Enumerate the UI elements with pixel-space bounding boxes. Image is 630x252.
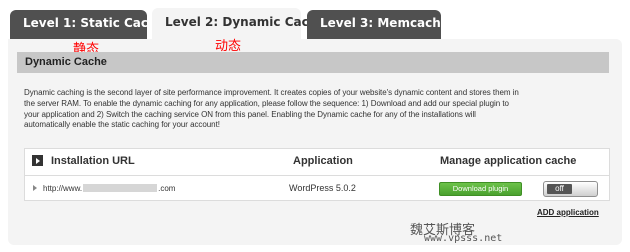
- download-plugin-button[interactable]: Download plugin: [439, 182, 522, 196]
- description-line: your application and 2) Switch the cachi…: [24, 109, 476, 119]
- tab-bar: Level 1: Static Cache Level 2: Dynamic C…: [0, 0, 630, 40]
- description-line: Dynamic caching is the second layer of s…: [24, 88, 519, 97]
- installations-table: Installation URL Application Manage appl…: [24, 148, 610, 201]
- cache-toggle[interactable]: off: [543, 181, 598, 197]
- description-line: automatically enable the static caching …: [24, 120, 220, 130]
- installation-url[interactable]: http://www. .com: [43, 184, 175, 193]
- watermark-url: www.vpsss.net: [424, 233, 503, 244]
- tab-memcached[interactable]: Level 3: Memcached: [307, 10, 458, 40]
- table-header: Installation URL Application Manage appl…: [25, 149, 609, 176]
- url-prefix: http://www.: [43, 184, 83, 193]
- section-description: Dynamic caching is the second layer of s…: [24, 88, 610, 131]
- table-row: http://www. .com WordPress 5.0.2 Download…: [25, 177, 609, 201]
- url-suffix: .com: [158, 184, 176, 193]
- redacted-domain: [83, 184, 158, 192]
- column-header-manage: Manage application cache: [440, 155, 577, 167]
- application-name: WordPress 5.0.2: [289, 183, 356, 193]
- column-header-application: Application: [293, 155, 353, 167]
- add-application-link[interactable]: ADD application: [537, 208, 599, 217]
- tab-static-cache[interactable]: Level 1: Static Cache: [10, 10, 165, 40]
- description-line: the server RAM. To enable the dynamic ca…: [24, 98, 509, 108]
- column-header-url: Installation URL: [51, 155, 135, 167]
- expand-arrow-icon[interactable]: [33, 185, 37, 191]
- section-title: Dynamic Cache: [17, 52, 609, 73]
- play-icon: [32, 155, 43, 166]
- toggle-state-label: off: [547, 184, 572, 194]
